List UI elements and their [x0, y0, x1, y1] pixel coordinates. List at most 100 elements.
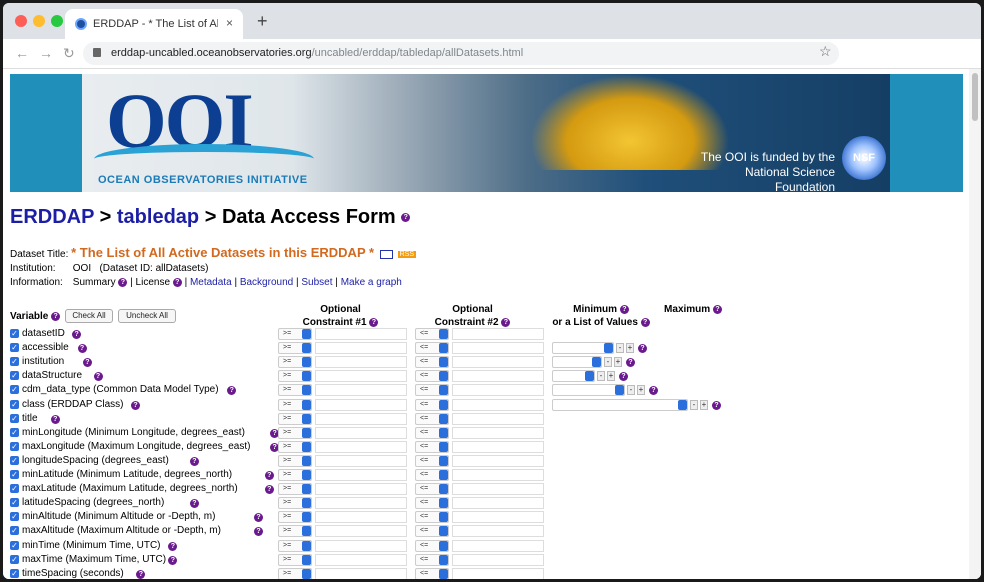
forward-arrow-icon[interactable]: → — [39, 45, 53, 61]
variable-help-icon[interactable]: ? — [168, 555, 178, 565]
constraint1-input[interactable] — [315, 398, 407, 411]
constraint2-input[interactable] — [452, 328, 544, 340]
constraint1-input[interactable] — [315, 384, 407, 397]
constraint1-input[interactable] — [315, 440, 407, 453]
constraint1-input[interactable] — [315, 342, 407, 355]
new-tab-button[interactable]: + — [257, 12, 268, 30]
variable-checkbox[interactable]: ✓ — [10, 413, 19, 423]
metadata-link[interactable]: Metadata — [190, 277, 232, 288]
variable-checkbox[interactable]: ✓ — [10, 441, 19, 451]
variable-checkbox[interactable]: ✓ — [10, 484, 19, 494]
constraint1-operator-select[interactable]: >= — [278, 440, 312, 453]
constraint2-operator-select[interactable]: <= — [415, 525, 449, 538]
constraint2-operator-select[interactable]: <= — [415, 567, 449, 579]
constraint1-operator-select[interactable]: >= — [278, 511, 312, 524]
variable-checkbox[interactable]: ✓ — [10, 512, 19, 522]
constraint2-operator-select[interactable]: <= — [415, 454, 449, 467]
variable-checkbox[interactable]: ✓ — [10, 455, 19, 465]
variable-checkbox[interactable]: ✓ — [10, 385, 19, 395]
variable-help-icon[interactable]: ? — [51, 311, 61, 321]
variable-help-icon[interactable]: ? — [189, 499, 199, 509]
minimum-help-icon[interactable]: ? — [619, 304, 629, 314]
variable-checkbox[interactable]: ✓ — [10, 470, 19, 479]
constraint2-input[interactable] — [452, 567, 544, 579]
constraint1-input[interactable] — [315, 412, 407, 425]
constraint1-operator-select[interactable]: >= — [278, 553, 312, 566]
constraint2-input[interactable] — [452, 483, 544, 496]
constraint1-input[interactable] — [315, 356, 407, 369]
variable-help-icon[interactable]: ? — [77, 344, 87, 354]
minus-button[interactable]: - — [690, 399, 698, 410]
constraint2-operator-select[interactable]: <= — [415, 440, 449, 453]
constraint1-operator-select[interactable]: >= — [278, 328, 312, 340]
min-value-select[interactable] — [552, 398, 688, 411]
constraint2-operator-select[interactable]: <= — [415, 511, 449, 524]
variable-help-icon[interactable]: ? — [168, 541, 178, 551]
constraint2-input[interactable] — [452, 384, 544, 397]
variable-checkbox[interactable]: ✓ — [10, 540, 19, 550]
constraint2-input[interactable] — [452, 356, 544, 369]
values-help-icon[interactable]: ? — [619, 372, 628, 382]
variable-help-icon[interactable]: ? — [131, 400, 140, 410]
values-help-icon[interactable]: ? — [638, 344, 647, 354]
tab-close-icon[interactable]: × — [226, 16, 233, 30]
plus-button[interactable]: + — [637, 385, 645, 396]
constraint1-operator-select[interactable]: >= — [278, 426, 312, 439]
maximum-help-icon[interactable]: ? — [712, 304, 722, 314]
constraint2-operator-select[interactable]: <= — [415, 553, 449, 566]
make-graph-link[interactable]: Make a graph — [341, 277, 402, 288]
variable-help-icon[interactable]: ? — [254, 527, 264, 537]
constraint2-input[interactable] — [452, 342, 544, 355]
subset-link[interactable]: Subset — [301, 277, 332, 288]
constraint2-input[interactable] — [452, 370, 544, 383]
variable-checkbox[interactable]: ✓ — [10, 427, 19, 437]
close-window-dot[interactable] — [15, 15, 27, 27]
variable-checkbox[interactable]: ✓ — [10, 526, 19, 536]
constraint2-input[interactable] — [452, 553, 544, 566]
minus-button[interactable]: - — [627, 385, 635, 396]
constraint1-operator-select[interactable]: >= — [278, 370, 312, 383]
plus-button[interactable]: + — [700, 399, 708, 410]
values-help-icon[interactable]: ? — [712, 400, 721, 410]
license-help-icon[interactable]: ? — [172, 277, 182, 287]
list-values-help-icon[interactable]: ? — [640, 317, 650, 327]
constraint2-operator-select[interactable]: <= — [415, 497, 449, 510]
nsf-logo[interactable]: NSF — [842, 136, 886, 180]
constraint1-operator-select[interactable]: >= — [278, 342, 312, 355]
variable-checkbox[interactable]: ✓ — [10, 399, 19, 409]
constraint1-input[interactable] — [315, 370, 407, 383]
constraint1-operator-select[interactable]: >= — [278, 398, 312, 411]
back-arrow-icon[interactable]: ← — [15, 45, 29, 61]
help-icon[interactable]: ? — [401, 213, 411, 223]
variable-checkbox[interactable]: ✓ — [10, 568, 19, 578]
min-value-select[interactable] — [552, 370, 595, 383]
constraint1-operator-select[interactable]: >= — [278, 539, 312, 552]
constraint2-input[interactable] — [452, 398, 544, 411]
constraint2-input[interactable] — [452, 454, 544, 467]
check-all-button[interactable]: Check All — [65, 309, 113, 323]
constraint1-operator-select[interactable]: >= — [278, 356, 312, 369]
maximize-window-dot[interactable] — [51, 15, 63, 27]
constraint2-input[interactable] — [452, 497, 544, 510]
constraint1-operator-select[interactable]: >= — [278, 567, 312, 579]
variable-help-icon[interactable]: ? — [50, 414, 60, 424]
constraint1-input[interactable] — [315, 539, 407, 552]
variable-checkbox[interactable]: ✓ — [10, 498, 19, 508]
variable-checkbox[interactable]: ✓ — [10, 343, 19, 353]
constraint1-operator-select[interactable]: >= — [278, 469, 312, 481]
variable-checkbox[interactable]: ✓ — [10, 371, 19, 381]
constraint1-operator-select[interactable]: >= — [278, 525, 312, 538]
crumb-erddap[interactable]: ERDDAP — [10, 206, 94, 228]
email-icon[interactable] — [379, 249, 393, 259]
plus-button[interactable]: + — [607, 371, 615, 382]
summary-help-icon[interactable]: ? — [118, 277, 128, 287]
variable-help-icon[interactable]: ? — [72, 330, 82, 339]
constraint2-operator-select[interactable]: <= — [415, 384, 449, 397]
constraint2-operator-select[interactable]: <= — [415, 356, 449, 369]
constraint1-operator-select[interactable]: >= — [278, 384, 312, 397]
constraint2-operator-select[interactable]: <= — [415, 412, 449, 425]
constraint2-operator-select[interactable]: <= — [415, 342, 449, 355]
constraint2-operator-select[interactable]: <= — [415, 398, 449, 411]
variable-checkbox[interactable]: ✓ — [10, 329, 19, 338]
variable-checkbox[interactable]: ✓ — [10, 357, 19, 367]
